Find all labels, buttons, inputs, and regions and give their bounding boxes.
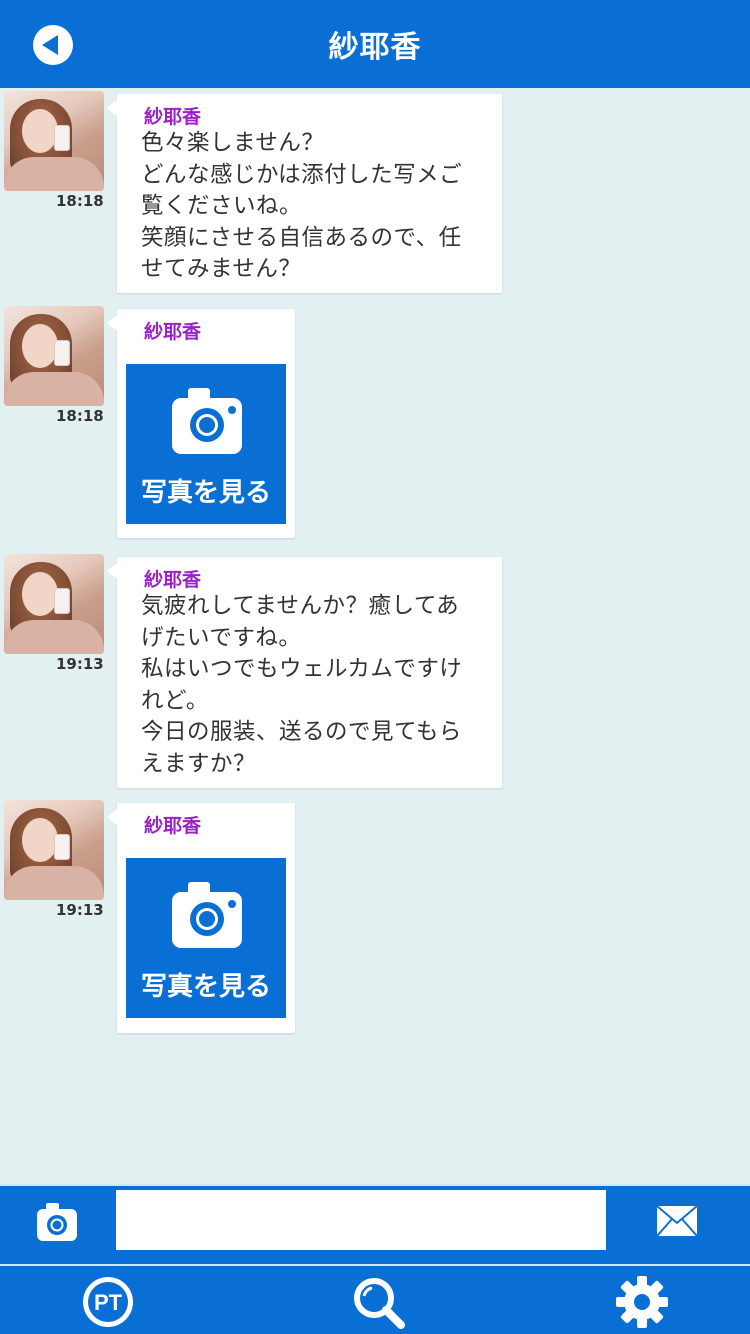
- app-header: 紗耶香: [0, 0, 750, 88]
- avatar[interactable]: [4, 91, 104, 191]
- message-text: 色々楽しません？ どんな感じかは添付した写メご 覧くださいね。 笑顔にさせる自信…: [141, 130, 463, 282]
- search-icon[interactable]: [350, 1274, 406, 1330]
- sender-name: 紗耶香: [144, 106, 202, 128]
- bottom-nav: PT: [0, 1264, 750, 1334]
- message-bubble: 紗耶香 写真を見る: [107, 803, 295, 1033]
- svg-text:PT: PT: [94, 1290, 123, 1315]
- message-time: 18:18: [56, 192, 104, 210]
- message-bubble: 紗耶香 色々楽しません？ どんな感じかは添付した写メご 覧くださいね。 笑顔にさ…: [107, 94, 502, 293]
- view-photo-label: 写真を見る: [140, 972, 271, 1002]
- message-time: 19:13: [56, 655, 104, 673]
- message-bubble: 紗耶香 写真を見る: [107, 309, 295, 538]
- message-input-bar: [0, 1184, 750, 1264]
- message-input[interactable]: [116, 1190, 606, 1250]
- view-photo-button[interactable]: 写真を見る: [126, 858, 286, 1018]
- avatar[interactable]: [4, 306, 104, 406]
- pt-points-icon[interactable]: PT: [80, 1274, 136, 1330]
- camera-icon[interactable]: [36, 1202, 78, 1242]
- envelope-icon[interactable]: [655, 1204, 699, 1238]
- page-title: 紗耶香: [328, 30, 422, 65]
- gear-icon[interactable]: [614, 1274, 670, 1330]
- sender-name: 紗耶香: [144, 321, 202, 343]
- message-bubble: 紗耶香 気疲れしてませんか？癒してあ げたいですね。 私はいつでもウェルカムです…: [107, 557, 502, 788]
- view-photo-button[interactable]: 写真を見る: [126, 364, 286, 524]
- sender-name: 紗耶香: [144, 569, 202, 591]
- view-photo-label: 写真を見る: [140, 478, 271, 508]
- sender-name: 紗耶香: [144, 815, 202, 837]
- message-text: 気疲れしてませんか？癒してあ げたいですね。 私はいつでもウェルカムですけ れど…: [141, 593, 463, 777]
- camera-icon: [172, 388, 242, 454]
- message-time: 19:13: [56, 901, 104, 919]
- camera-icon: [172, 882, 242, 948]
- avatar[interactable]: [4, 800, 104, 900]
- message-time: 18:18: [56, 407, 104, 425]
- avatar[interactable]: [4, 554, 104, 654]
